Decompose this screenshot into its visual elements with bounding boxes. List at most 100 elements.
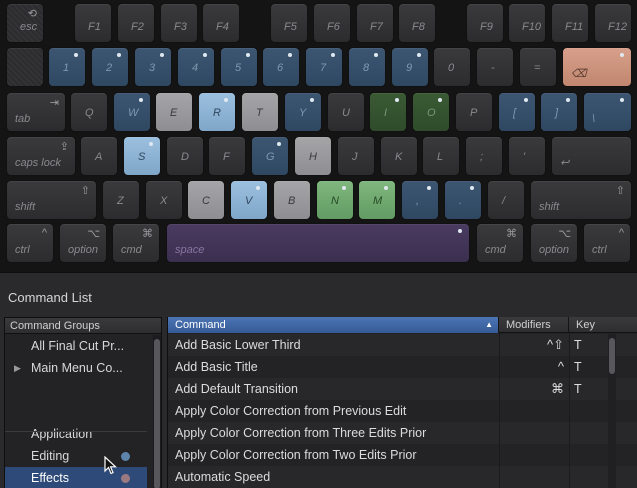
key-period[interactable]: . <box>444 180 482 220</box>
key-9[interactable]: 9 <box>391 47 429 87</box>
column-divider <box>499 333 500 488</box>
key-assigned-indicator <box>149 142 153 146</box>
key-p[interactable]: P <box>455 92 493 132</box>
key-f7[interactable]: F7 <box>356 3 394 43</box>
key-modifier-icon: ^ <box>618 227 624 239</box>
key-m[interactable]: M <box>358 180 396 220</box>
groups-header[interactable]: Command Groups <box>5 318 161 334</box>
key-label: ↩ <box>560 157 570 169</box>
key-2[interactable]: 2 <box>91 47 129 87</box>
key-j[interactable]: J <box>337 136 375 176</box>
key-f10[interactable]: F10 <box>508 3 546 43</box>
table-row[interactable]: Add Basic Lower Third ^⇧ T <box>168 334 637 356</box>
key-assigned-indicator <box>427 186 431 190</box>
key-4[interactable]: 4 <box>177 47 215 87</box>
command-group-item[interactable]: Effects <box>5 467 147 488</box>
key-semicolon[interactable]: ; <box>465 136 503 176</box>
key-k[interactable]: K <box>380 136 418 176</box>
table-row[interactable]: Automatic Speed <box>168 466 637 488</box>
key-o[interactable]: O <box>412 92 450 132</box>
key-lbracket[interactable]: [ <box>498 92 536 132</box>
column-header-key[interactable]: Key <box>569 317 637 333</box>
command-group-item[interactable]: All Final Cut Pr... <box>5 335 147 357</box>
key-t[interactable]: T <box>241 92 279 132</box>
key-c[interactable]: C <box>187 180 225 220</box>
key-a[interactable]: A <box>80 136 118 176</box>
key-f1[interactable]: F1 <box>74 3 112 43</box>
key-u[interactable]: U <box>327 92 365 132</box>
key-f8[interactable]: F8 <box>398 3 436 43</box>
table-row[interactable]: Add Default Transition ⌘ T <box>168 378 637 400</box>
key-lcmd[interactable]: cmd ⌘ <box>112 223 160 263</box>
disclosure-triangle-icon[interactable]: ▶ <box>14 357 21 379</box>
key-capslock[interactable]: caps lock ⇪ <box>6 136 76 176</box>
key-3[interactable]: 3 <box>134 47 172 87</box>
key-quote[interactable]: ' <box>508 136 546 176</box>
key-8[interactable]: 8 <box>348 47 386 87</box>
key-backtick[interactable] <box>6 47 44 87</box>
commands-scroll-thumb[interactable] <box>609 338 615 374</box>
key-rshift[interactable]: shift ⇧ <box>530 180 632 220</box>
key-h[interactable]: H <box>294 136 332 176</box>
key-b[interactable]: B <box>273 180 311 220</box>
key-label: / <box>502 195 506 207</box>
key-f4[interactable]: F4 <box>202 3 240 43</box>
command-group-item[interactable]: Application <box>5 423 147 445</box>
key-i[interactable]: I <box>369 92 407 132</box>
key-5[interactable]: 5 <box>220 47 258 87</box>
command-group-item[interactable]: ▶ Main Menu Co... <box>5 357 147 379</box>
key-q[interactable]: Q <box>70 92 108 132</box>
key-f12[interactable]: F12 <box>594 3 632 43</box>
key-f[interactable]: F <box>208 136 246 176</box>
key-v[interactable]: V <box>230 180 268 220</box>
key-f9[interactable]: F9 <box>466 3 504 43</box>
key-r[interactable]: R <box>198 92 236 132</box>
key-0[interactable]: 0 <box>433 47 471 87</box>
key-l[interactable]: L <box>422 136 460 176</box>
key-rcmd[interactable]: cmd ⌘ <box>476 223 524 263</box>
key-minus[interactable]: - <box>476 47 514 87</box>
key-f3[interactable]: F3 <box>160 3 198 43</box>
command-group-item[interactable]: Editing <box>5 445 147 467</box>
key-6[interactable]: 6 <box>262 47 300 87</box>
key-equals[interactable]: = <box>519 47 557 87</box>
key-tab[interactable]: tab ⇥ <box>6 92 66 132</box>
table-row[interactable]: Apply Color Correction from Two Edits Pr… <box>168 444 637 466</box>
key-f6[interactable]: F6 <box>313 3 351 43</box>
table-row[interactable]: Apply Color Correction from Previous Edi… <box>168 400 637 422</box>
table-row[interactable]: Apply Color Correction from Three Edits … <box>168 422 637 444</box>
key-1[interactable]: 1 <box>48 47 86 87</box>
key-backslash[interactable]: \ <box>583 92 632 132</box>
column-header-command[interactable]: Command ▲ <box>168 317 499 333</box>
key-return[interactable]: ↩ <box>551 136 632 176</box>
key-rctrl[interactable]: ctrl ^ <box>583 223 631 263</box>
key-s[interactable]: S <box>123 136 161 176</box>
key-z[interactable]: Z <box>102 180 140 220</box>
key-delete[interactable]: ⌫ <box>562 47 632 87</box>
key-e[interactable]: E <box>155 92 193 132</box>
groups-scroll-thumb[interactable] <box>154 339 160 488</box>
key-f11[interactable]: F11 <box>551 3 589 43</box>
key-n[interactable]: N <box>316 180 354 220</box>
table-row[interactable]: Add Basic Title ^ T <box>168 356 637 378</box>
key-lshift[interactable]: shift ⇧ <box>6 180 97 220</box>
key-7[interactable]: 7 <box>305 47 343 87</box>
key-space[interactable]: space <box>166 223 470 263</box>
groups-scrollbar[interactable] <box>153 335 161 488</box>
key-comma[interactable]: , <box>401 180 439 220</box>
key-roption[interactable]: option ⌥ <box>530 223 578 263</box>
key-f2[interactable]: F2 <box>117 3 155 43</box>
key-slash[interactable]: / <box>487 180 525 220</box>
key-y[interactable]: Y <box>284 92 322 132</box>
key-loption[interactable]: option ⌥ <box>59 223 107 263</box>
key-x[interactable]: X <box>145 180 183 220</box>
key-w[interactable]: W <box>113 92 151 132</box>
key-g[interactable]: G <box>251 136 289 176</box>
commands-scrollbar[interactable] <box>608 334 616 488</box>
column-header-modifiers[interactable]: Modifiers <box>499 317 569 333</box>
key-d[interactable]: D <box>166 136 204 176</box>
key-f5[interactable]: F5 <box>270 3 308 43</box>
key-lctrl[interactable]: ctrl ^ <box>6 223 54 263</box>
key-esc[interactable]: esc ⟲ <box>6 3 44 43</box>
key-rbracket[interactable]: ] <box>540 92 578 132</box>
